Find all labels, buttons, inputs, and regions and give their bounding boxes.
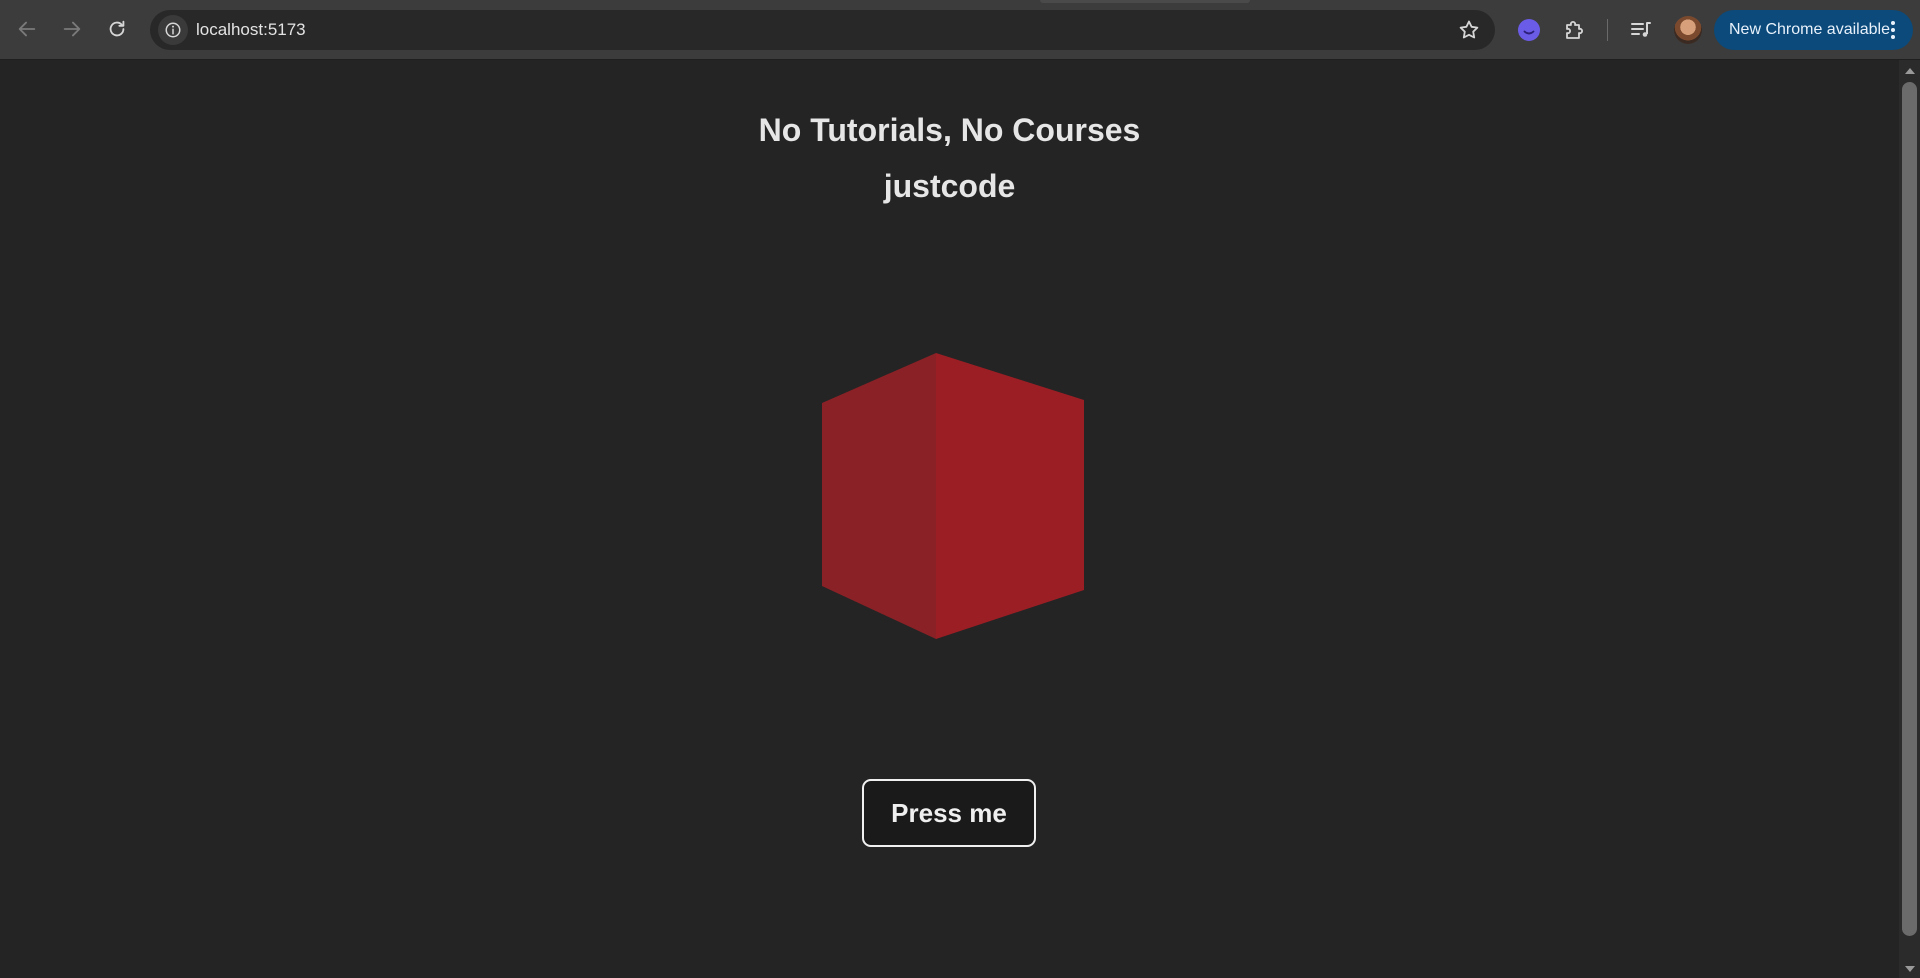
update-label: New Chrome available (1729, 21, 1890, 38)
media-playlist-icon (1631, 22, 1651, 37)
press-me-button[interactable]: Press me (862, 779, 1036, 847)
scroll-thumb[interactable] (1902, 82, 1917, 936)
cube-left-face (822, 353, 936, 639)
arrow-right-icon (63, 21, 81, 37)
url-text[interactable]: localhost:5173 (196, 10, 306, 50)
info-icon (165, 22, 181, 38)
scroll-up-arrow[interactable] (1905, 68, 1915, 74)
new-chrome-available-button[interactable]: New Chrome available (1714, 10, 1913, 50)
cube-right-face (936, 353, 1084, 639)
extension-button[interactable] (1515, 16, 1543, 44)
media-controls-button[interactable] (1627, 16, 1655, 44)
reload-icon (109, 20, 125, 37)
kebab-icon[interactable] (1883, 18, 1903, 42)
arrow-left-icon (18, 21, 36, 37)
page-scrollbar[interactable] (1899, 60, 1920, 978)
address-bar[interactable]: localhost:5173 (150, 10, 1495, 50)
page-headline: No Tutorials, No Courses (758, 112, 1141, 148)
extensions-menu-button[interactable] (1561, 16, 1589, 44)
star-icon[interactable] (1457, 18, 1481, 42)
reload-button[interactable] (99, 11, 135, 47)
back-button[interactable] (9, 11, 45, 47)
page-subheadline: justcode (883, 168, 1016, 204)
smiley-extension-icon (1518, 19, 1540, 41)
toolbar-divider (1607, 19, 1608, 41)
red-3d-cube[interactable] (822, 353, 1084, 639)
profile-avatar[interactable] (1674, 16, 1702, 44)
browser-toolbar: localhost:5173 New Chrome available (0, 0, 1920, 60)
puzzle-icon (1566, 21, 1583, 39)
forward-button[interactable] (54, 11, 90, 47)
scroll-down-arrow[interactable] (1905, 966, 1915, 972)
site-info-button[interactable] (158, 15, 188, 45)
tab-strip-edge (1040, 0, 1250, 3)
